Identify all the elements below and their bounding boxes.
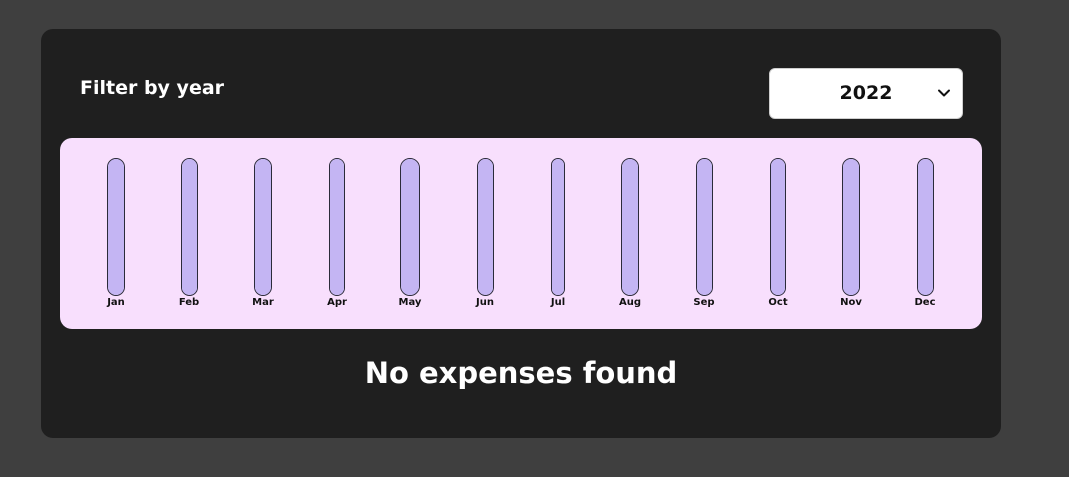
chart-month-label: Apr <box>327 297 347 308</box>
year-select[interactable]: 2022 <box>769 68 963 119</box>
chart-bar-aug <box>621 158 639 296</box>
chart-bar-oct <box>770 158 786 296</box>
chart-bar-fill-may <box>401 159 419 295</box>
chart-bar-fill-oct <box>771 159 785 295</box>
chart-month-label: Feb <box>178 297 200 308</box>
chart-bar-sep <box>695 158 713 296</box>
chart-bar-mar <box>254 158 272 296</box>
chart-bar-jan <box>107 158 125 296</box>
chart-month-label: Jan <box>107 297 125 308</box>
chart-bar-nov <box>842 158 860 296</box>
chart-bar-fill-nov <box>843 159 859 295</box>
no-expenses-message: No expenses found <box>364 356 678 390</box>
chart-bar-fill-jun <box>477 159 493 295</box>
expenses-chart: Jan Feb Mar Apr May Jun Jul Aug Sep Oct Nov Dec <box>60 138 982 329</box>
chart-month-label: Oct <box>768 297 788 308</box>
chart-bar-fill-feb <box>181 159 197 295</box>
chart-bar-fill-aug <box>622 159 638 295</box>
chart-bar-fill-apr <box>330 159 344 295</box>
chart-month-label: Mar <box>252 297 274 308</box>
year-select-value: 2022 <box>839 82 893 104</box>
chart-month-label: Jun <box>476 297 494 308</box>
chart-month-label: Nov <box>840 297 862 308</box>
filter-by-year-label: Filter by year <box>80 77 225 99</box>
chart-bar-feb <box>180 158 198 296</box>
chart-bar-may <box>400 158 420 296</box>
chart-bar-jul <box>551 158 565 296</box>
chart-month-label: Sep <box>693 297 715 308</box>
chart-bar-dec <box>916 158 934 296</box>
chart-bar-fill-dec <box>917 159 933 295</box>
chart-bar-fill-mar <box>255 159 271 295</box>
chart-bar-apr <box>329 158 345 296</box>
chart-month-label: May <box>398 297 422 308</box>
chart-bar-jun <box>476 158 494 296</box>
chart-bar-fill-jan <box>108 159 124 295</box>
chart-month-label: Dec <box>914 297 936 308</box>
chart-bar-fill-jul <box>552 159 564 295</box>
expenses-panel: Filter by year 2022 Jan Feb Mar Apr May Jun Ju… <box>41 29 1001 438</box>
chart-bar-fill-sep <box>696 159 712 295</box>
chart-month-label: Aug <box>618 297 642 308</box>
chevron-down-icon <box>937 85 951 99</box>
chart-month-label: Jul <box>550 297 566 308</box>
